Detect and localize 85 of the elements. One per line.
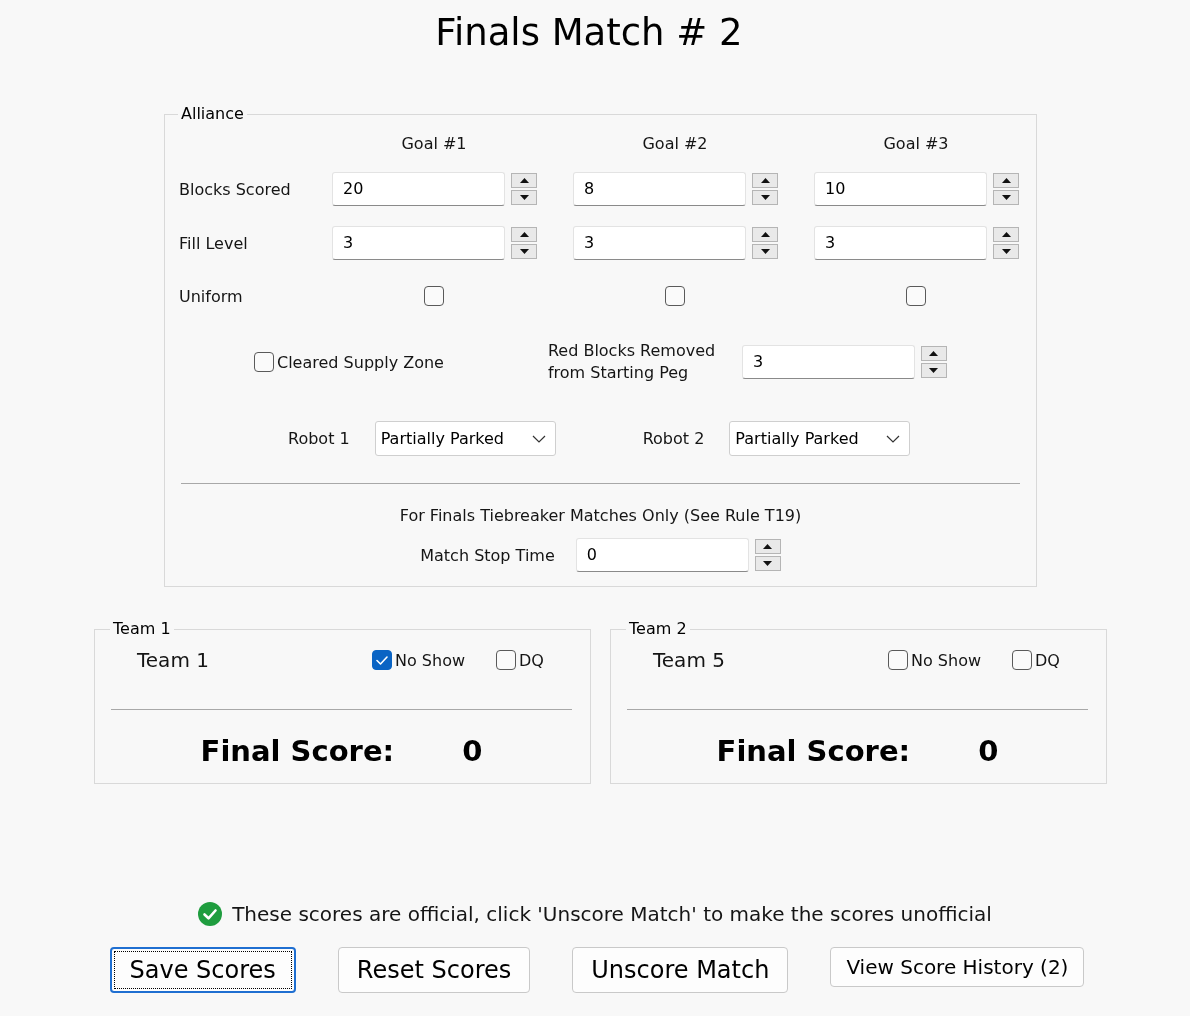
number-field[interactable]: 8: [573, 172, 746, 206]
up-triangle-icon: [760, 232, 770, 237]
down-triangle-icon: [1001, 249, 1011, 254]
score-value: 0: [978, 733, 999, 769]
team-name: Team 1: [137, 648, 210, 672]
checkbox[interactable]: [665, 286, 685, 306]
field-label: Match Stop Time: [420, 545, 555, 565]
number-field[interactable]: 3: [814, 226, 987, 260]
spin-down-button[interactable]: [993, 190, 1019, 205]
checkbox-label: DQ: [1035, 650, 1060, 670]
row-label: Fill Level: [179, 233, 249, 253]
up-triangle-icon: [763, 544, 773, 549]
column-heading: Goal #1: [400, 133, 468, 153]
up-triangle-icon: [1001, 178, 1011, 183]
up-triangle-icon: [519, 178, 529, 183]
chevron-down-icon: [886, 434, 901, 443]
field-label: Red Blocks Removed from Starting Peg: [547, 340, 717, 384]
down-triangle-icon: [1001, 195, 1011, 200]
checkbox-label: DQ: [519, 650, 544, 670]
group-title: Team 1: [112, 619, 172, 639]
dropdown[interactable]: Partially Parked: [374, 421, 556, 456]
up-triangle-icon: [760, 178, 770, 183]
spin-down-button[interactable]: [754, 556, 781, 571]
down-triangle-icon: [519, 195, 529, 200]
checkbox-label: No Show: [395, 650, 465, 670]
page-title: Finals Match # 2: [435, 10, 743, 56]
checkbox-label: No Show: [911, 650, 981, 670]
row-label: Uniform: [179, 286, 244, 306]
number-field[interactable]: 3: [573, 226, 746, 260]
spin-up-button[interactable]: [752, 227, 778, 242]
checkbox[interactable]: [888, 650, 908, 670]
spin-up-button[interactable]: [511, 173, 537, 188]
spin-down-button[interactable]: [752, 244, 778, 259]
dropdown[interactable]: Partially Parked: [729, 421, 911, 456]
spin-down-button[interactable]: [920, 363, 947, 378]
score-value: 0: [462, 733, 483, 769]
score-label: Final Score:: [200, 733, 395, 769]
column-heading: Goal #2: [641, 133, 709, 153]
number-field[interactable]: 20: [332, 172, 505, 206]
checkmark-icon: [376, 655, 388, 665]
checkbox[interactable]: [372, 650, 392, 670]
status-message: These scores are official, click 'Unscore Match' to make the scores unofficial: [232, 901, 992, 927]
checkbox[interactable]: [496, 650, 516, 670]
row-label: Blocks Scored: [179, 179, 292, 199]
down-triangle-icon: [760, 249, 770, 254]
down-triangle-icon: [763, 561, 773, 566]
check-circle-icon: [198, 902, 223, 926]
team-name: Team 5: [653, 648, 726, 672]
field-label: Robot 1: [288, 429, 350, 448]
spin-up-button[interactable]: [993, 173, 1019, 188]
spin-down-button[interactable]: [511, 244, 537, 259]
chevron-down-icon: [531, 434, 546, 443]
up-triangle-icon: [929, 351, 939, 356]
up-triangle-icon: [519, 232, 529, 237]
spin-up-button[interactable]: [920, 346, 947, 361]
action-button[interactable]: Reset Scores: [337, 947, 531, 993]
checkbox[interactable]: [254, 352, 274, 372]
down-triangle-icon: [929, 368, 939, 373]
action-button[interactable]: Unscore Match: [572, 947, 789, 993]
checkbox[interactable]: [424, 286, 444, 306]
up-triangle-icon: [1001, 232, 1011, 237]
spin-down-button[interactable]: [752, 190, 778, 205]
number-field[interactable]: 3: [332, 226, 505, 260]
spin-up-button[interactable]: [754, 539, 781, 554]
checkbox-label: Cleared Supply Zone: [277, 352, 444, 372]
number-field[interactable]: 10: [814, 172, 987, 206]
spin-down-button[interactable]: [511, 190, 537, 205]
action-button[interactable]: Save Scores: [109, 947, 296, 993]
field-label: Robot 2: [642, 429, 705, 448]
score-label: Final Score:: [716, 733, 911, 769]
spin-up-button[interactable]: [993, 227, 1019, 242]
down-triangle-icon: [760, 195, 770, 200]
spin-up-button[interactable]: [752, 173, 778, 188]
checkbox[interactable]: [1012, 650, 1032, 670]
number-field[interactable]: 0: [575, 538, 749, 572]
action-button[interactable]: View Score History (2): [830, 947, 1085, 987]
column-heading: Goal #3: [882, 133, 950, 153]
spin-up-button[interactable]: [511, 227, 537, 242]
checkbox[interactable]: [906, 286, 926, 306]
note-text: For Finals Tiebreaker Matches Only (See Rule T19): [398, 505, 803, 527]
number-field[interactable]: 3: [741, 345, 915, 379]
spin-down-button[interactable]: [993, 244, 1019, 259]
group-title: Alliance: [180, 104, 245, 124]
group-title: Team 2: [628, 619, 688, 639]
down-triangle-icon: [519, 249, 529, 254]
